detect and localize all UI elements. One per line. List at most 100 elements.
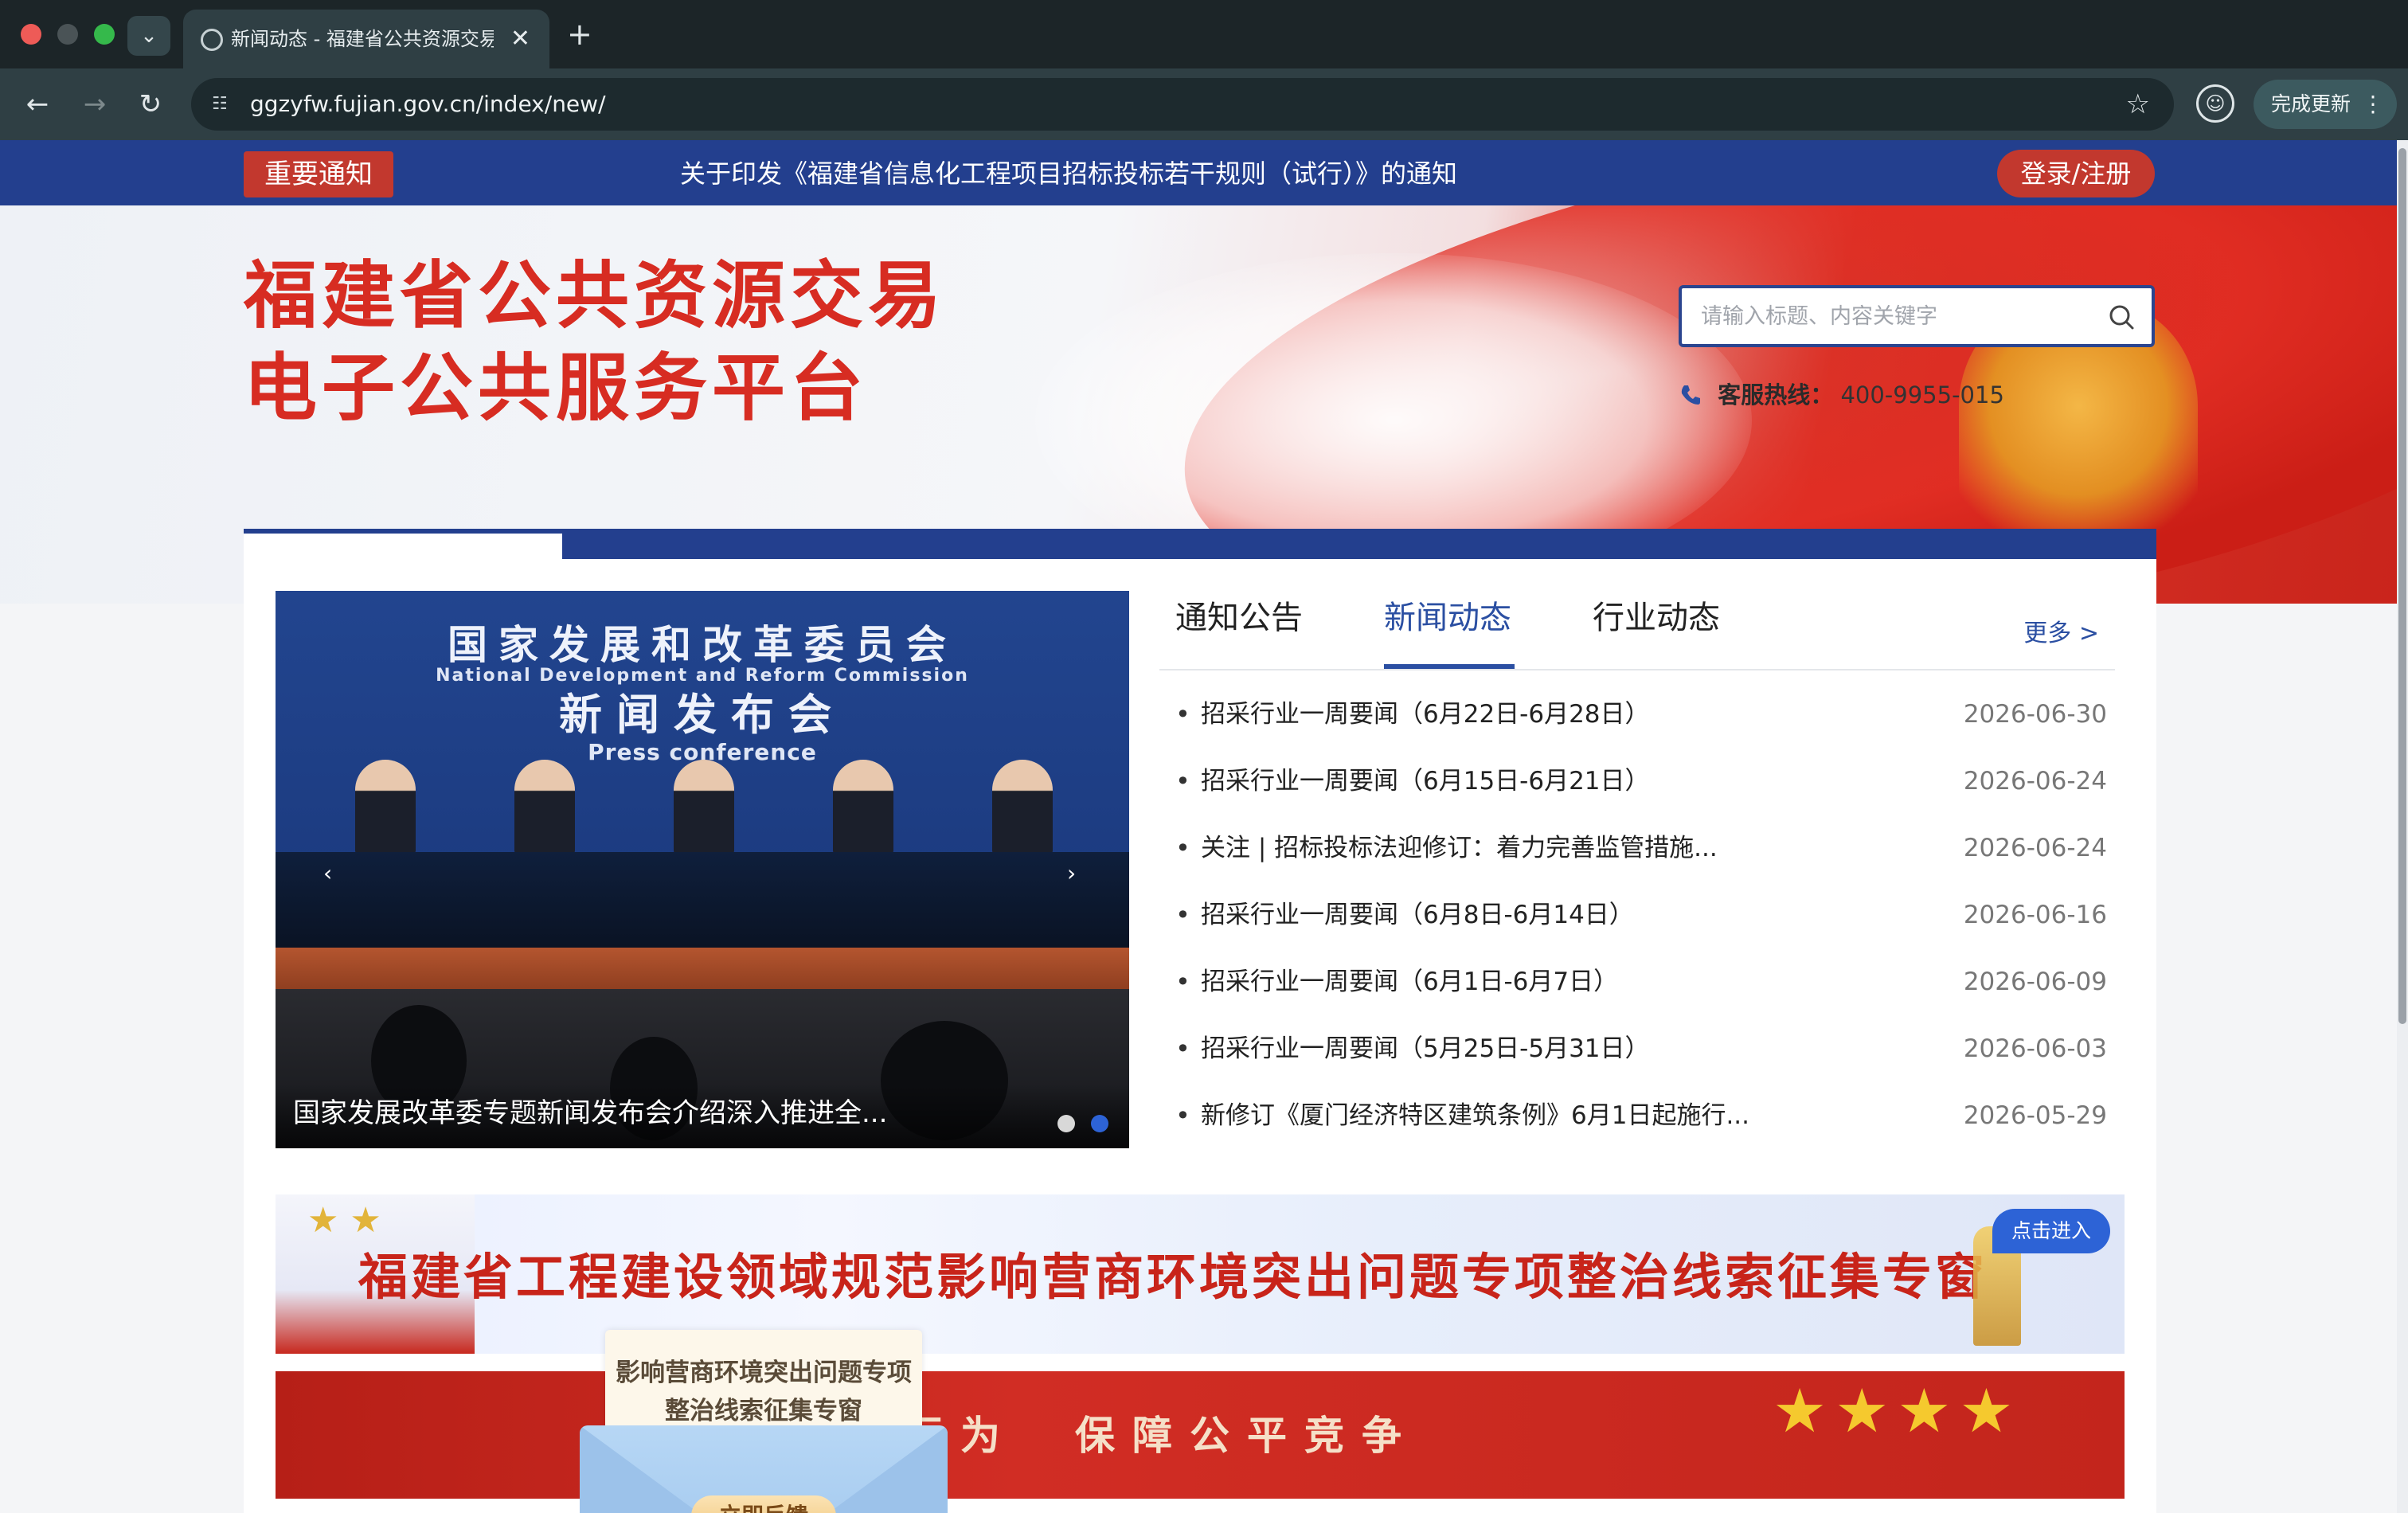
browser-toolbar: ← → ↻ ☷ ggzyfw.fujian.gov.cn/index/new/ … xyxy=(0,68,2408,140)
news-title[interactable]: 招采行业一周要闻（5月25日-5月31日） xyxy=(1201,1030,1650,1067)
close-tab-icon[interactable]: ✕ xyxy=(510,25,530,53)
address-bar[interactable]: ☷ ggzyfw.fujian.gov.cn/index/new/ ☆ xyxy=(191,78,2174,131)
news-title[interactable]: 招采行业一周要闻（6月22日-6月28日） xyxy=(1201,696,1650,733)
news-date: 2026-06-30 xyxy=(1963,700,2107,729)
browser-tab-active[interactable]: 新闻动态 - 福建省公共资源交易 ✕ xyxy=(183,10,549,68)
minimize-window-button[interactable] xyxy=(57,24,78,45)
speaker-figure xyxy=(674,760,734,855)
fair-competition-banner[interactable]: 规范招投标行为 保障公平竞争 ★★★★ xyxy=(276,1371,2125,1499)
news-date: 2026-06-16 xyxy=(1963,901,2107,929)
news-title[interactable]: 招采行业一周要闻（6月1日-6月7日） xyxy=(1201,964,1618,1000)
carousel-next-icon[interactable]: › xyxy=(1067,862,1076,886)
bullet: • xyxy=(1175,900,1190,930)
search-input[interactable] xyxy=(1701,298,2083,334)
back-icon[interactable]: ← xyxy=(18,84,57,124)
tab-title: 新闻动态 - 福建省公共资源交易 xyxy=(231,28,494,50)
bookmark-star-icon[interactable]: ☆ xyxy=(2126,89,2150,119)
site-logo-title[interactable]: 福建省公共资源交易 电子公共服务平台 xyxy=(244,250,946,435)
news-title[interactable]: 新修订《厦门经济特区建筑条例》6月1日起施行... xyxy=(1201,1097,1749,1134)
speaker-figure xyxy=(355,760,416,855)
banner1-text: 福建省工程建设领域规范影响营商环境突出问题专项整治线索征集专窗 xyxy=(358,1248,1988,1306)
carousel-heading-cn: 国家发展和改革委员会 xyxy=(448,622,957,668)
hotline-label: 客服热线： xyxy=(1718,381,1834,409)
site-title-line1: 福建省公共资源交易 xyxy=(244,253,947,338)
news-item[interactable]: • 招采行业一周要闻（6月15日-6月21日） 2026-06-24 xyxy=(1159,763,2125,830)
envelope-title: 影响营商环境突出问题专项整治线索征集专窗 xyxy=(616,1359,912,1425)
news-date: 2026-06-03 xyxy=(1963,1034,2107,1063)
bullet: • xyxy=(1175,1034,1190,1064)
podium-table xyxy=(276,852,1129,948)
maximize-window-button[interactable] xyxy=(94,24,115,45)
news-title[interactable]: 招采行业一周要闻（6月8日-6月14日） xyxy=(1201,897,1634,933)
browser-chrome: ⌄ 新闻动态 - 福建省公共资源交易 ✕ + ← → ↻ ☷ ggzyfw.fu… xyxy=(0,0,2408,140)
webpage: 重要通知 关于印发《福建省信息化工程项目招标投标若干规则（试行）》的通知 登录/… xyxy=(0,140,2408,1513)
site-title-line2: 电子公共服务平台 xyxy=(244,346,869,431)
login-register-button[interactable]: 登录/注册 xyxy=(1997,150,2155,197)
image-carousel[interactable]: 国家发展和改革委员会 National Development and Refo… xyxy=(276,591,1129,1148)
tab-bar: ⌄ 新闻动态 - 福建省公共资源交易 ✕ + xyxy=(0,0,2408,68)
tab-industry[interactable]: 行业动态 xyxy=(1593,596,1720,640)
search-box xyxy=(1679,285,2155,347)
carousel-dot-2[interactable] xyxy=(1091,1115,1108,1132)
active-tab-indicator xyxy=(1384,664,1515,669)
scrollbar-thumb[interactable] xyxy=(2398,148,2406,1024)
news-item[interactable]: • 招采行业一周要闻（6月1日-6月7日） 2026-06-09 xyxy=(1159,964,2125,1030)
profile-icon[interactable]: ☺ xyxy=(2196,84,2234,123)
speaker-figure xyxy=(992,760,1053,855)
update-button[interactable]: 完成更新 ⋮ xyxy=(2254,80,2397,129)
menu-dots-icon: ⋮ xyxy=(2362,91,2384,117)
news-title[interactable]: 关注 | 招标投标法迎修订：着力完善监管措施... xyxy=(1201,830,1718,866)
site-settings-icon[interactable]: ☷ xyxy=(212,94,234,115)
news-date: 2026-06-24 xyxy=(1963,767,2107,796)
update-button-label: 完成更新 xyxy=(2271,92,2351,115)
search-icon[interactable] xyxy=(2107,303,2136,331)
notice-bar: 重要通知 关于印发《福建省信息化工程项目招标投标若干规则（试行）》的通知 登录/… xyxy=(0,140,2408,205)
star-icon: ★★★★ xyxy=(1773,1375,2022,1446)
forward-icon[interactable]: → xyxy=(75,84,115,124)
speaker-figure xyxy=(514,760,575,855)
bullet: • xyxy=(1175,833,1190,863)
important-notice-tag: 重要通知 xyxy=(244,151,393,197)
news-title[interactable]: 招采行业一周要闻（6月15日-6月21日） xyxy=(1201,763,1650,800)
chevron-down-icon: ⌄ xyxy=(140,24,158,48)
news-item[interactable]: • 招采行业一周要闻（5月25日-5月31日） 2026-06-03 xyxy=(1159,1030,2125,1097)
carousel-dot-1[interactable] xyxy=(1057,1115,1075,1132)
carousel-prev-icon[interactable]: ‹ xyxy=(323,862,332,886)
carousel-heading-en: National Development and Reform Commissi… xyxy=(436,666,969,686)
hotline-number: 400-9955-015 xyxy=(1840,381,2004,409)
bullet: • xyxy=(1175,699,1190,729)
more-link[interactable]: 更多 > xyxy=(2023,618,2099,650)
close-window-button[interactable] xyxy=(21,24,41,45)
speaker-figure xyxy=(833,760,893,855)
news-item[interactable]: • 招采行业一周要闻（6月22日-6月28日） 2026-06-30 xyxy=(1159,696,2125,763)
star-icon: ★ ★ xyxy=(307,1200,381,1241)
enter-button[interactable]: 点击进入 xyxy=(1992,1209,2110,1253)
notice-link[interactable]: 关于印发《福建省信息化工程项目招标投标若干规则（试行）》的通知 xyxy=(680,154,1457,193)
tab-news[interactable]: 新闻动态 xyxy=(1384,596,1511,640)
news-item[interactable]: • 关注 | 招标投标法迎修订：着力完善监管措施... 2026-06-24 xyxy=(1159,830,2125,897)
news-date: 2026-06-24 xyxy=(1963,834,2107,862)
url-text[interactable]: ggzyfw.fujian.gov.cn/index/new/ xyxy=(250,91,606,118)
news-list: • 招采行业一周要闻（6月22日-6月28日） 2026-06-30 • 招采行… xyxy=(1159,696,2125,1164)
news-item[interactable]: • 招采行业一周要闻（6月8日-6月14日） 2026-06-16 xyxy=(1159,897,2125,964)
clue-collection-banner[interactable]: ★ ★ 福建省工程建设领域规范影响营商环境突出问题专项整治线索征集专窗 点击进入 xyxy=(276,1194,2125,1354)
site-header: 福建省公共资源交易 电子公共服务平台 客服热线： 400-9955-015 首页… xyxy=(0,205,2408,604)
news-item[interactable]: • 新修订《厦门经济特区建筑条例》6月1日起施行... 2026-05-29 xyxy=(1159,1097,2125,1164)
phone-icon xyxy=(1681,385,1700,405)
news-date: 2026-06-09 xyxy=(1963,968,2107,996)
reload-icon[interactable]: ↻ xyxy=(131,84,170,124)
feedback-envelope-widget[interactable]: 影响营商环境突出问题专项整治线索征集专窗 立即反馈 xyxy=(580,1330,948,1513)
new-tab-button[interactable]: + xyxy=(567,14,592,54)
news-panel: 通知公告 新闻动态 行业动态 更多 > • 招采行业一周要闻（6月22日-6月2… xyxy=(1159,591,2125,1164)
bullet: • xyxy=(1175,967,1190,997)
carousel-caption[interactable]: 国家发展改革委专题新闻发布会介绍深入推进全... xyxy=(293,1094,887,1132)
feedback-now-button[interactable]: 立即反馈 xyxy=(691,1495,836,1513)
news-date: 2026-05-29 xyxy=(1963,1101,2107,1130)
tab-notices[interactable]: 通知公告 xyxy=(1175,596,1303,640)
bullet: • xyxy=(1175,766,1190,796)
carousel-subheading-cn: 新闻发布会 xyxy=(559,690,846,740)
tab-search-button[interactable]: ⌄ xyxy=(127,16,170,56)
main-content: 国家发展和改革委员会 National Development and Refo… xyxy=(244,559,2156,1513)
globe-icon xyxy=(201,29,223,51)
tab-divider xyxy=(1159,669,2115,670)
